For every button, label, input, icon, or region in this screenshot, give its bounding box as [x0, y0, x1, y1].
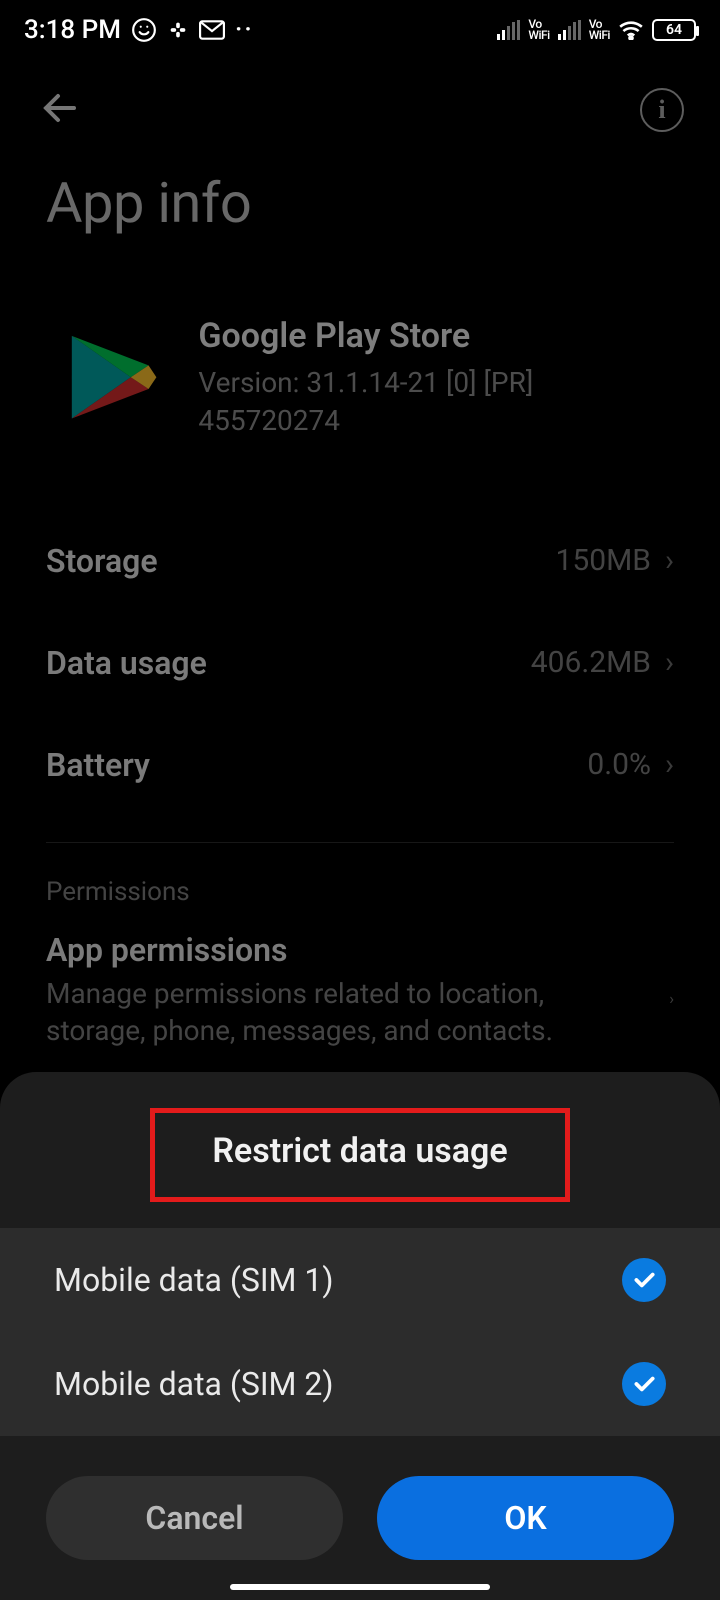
checkmark-icon [622, 1362, 666, 1406]
cancel-button[interactable]: Cancel [46, 1476, 343, 1560]
storage-value: 150MB [556, 543, 651, 578]
option-sim2[interactable]: Mobile data (SIM 2) [0, 1332, 720, 1436]
data-usage-row[interactable]: Data usage 406.2MB › [46, 612, 674, 714]
info-icon[interactable]: i [640, 88, 684, 132]
divider [46, 842, 674, 843]
chevron-right-icon: › [665, 645, 674, 680]
chevron-right-icon: › [669, 989, 674, 1008]
ok-button[interactable]: OK [377, 1476, 674, 1560]
permissions-section-label: Permissions [46, 859, 674, 917]
option-sim2-label: Mobile data (SIM 2) [54, 1365, 334, 1403]
data-usage-label: Data usage [46, 644, 207, 682]
storage-label: Storage [46, 542, 158, 580]
app-version: Version: 31.1.14-21 [0] [PR] 455720274 [198, 364, 674, 440]
chevron-right-icon: › [665, 543, 674, 578]
restrict-data-dialog: Restrict data usage Mobile data (SIM 1) … [0, 1072, 720, 1600]
app-header: Google Play Store Version: 31.1.14-21 [0… [0, 276, 720, 480]
play-store-icon [60, 328, 158, 428]
tutorial-highlight: Restrict data usage [150, 1108, 570, 1202]
data-usage-value: 406.2MB [531, 645, 651, 680]
storage-row[interactable]: Storage 150MB › [46, 510, 674, 612]
battery-value: 0.0% [587, 747, 651, 782]
back-button[interactable] [36, 84, 84, 136]
option-sim1-label: Mobile data (SIM 1) [54, 1261, 334, 1299]
app-permissions-title: App permissions [46, 931, 669, 969]
app-permissions-desc: Manage permissions related to location, … [46, 975, 669, 1051]
app-permissions-row[interactable]: App permissions Manage permissions relat… [46, 917, 674, 1051]
checkmark-icon [622, 1258, 666, 1302]
battery-row[interactable]: Battery 0.0% › [46, 714, 674, 816]
app-name: Google Play Store [198, 316, 674, 356]
battery-label: Battery [46, 746, 150, 784]
page-title: App info [0, 146, 720, 276]
dialog-title: Restrict data usage [155, 1117, 565, 1193]
home-indicator[interactable] [230, 1584, 490, 1590]
option-sim1[interactable]: Mobile data (SIM 1) [0, 1228, 720, 1332]
chevron-right-icon: › [665, 747, 674, 782]
